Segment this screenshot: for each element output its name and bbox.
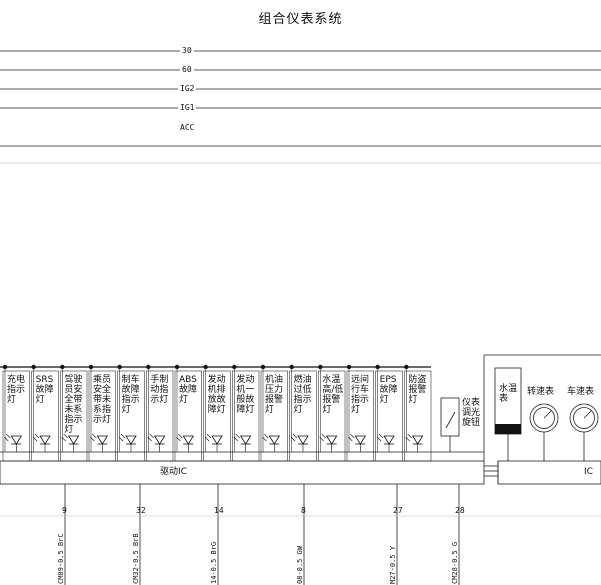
lamp-symbols [4, 433, 424, 452]
wire-code: CM09-0.5 BrC [57, 533, 65, 584]
wire-code: 14-0.5 BrG [210, 541, 218, 584]
led-symbol [67, 435, 80, 445]
wire-code: 08-0.5 GW [296, 546, 304, 584]
dimmer-label: 仪表调光旋钮 [462, 398, 481, 428]
lamp-label: 远间行车指示灯 [351, 375, 370, 415]
power-rails [0, 50, 601, 147]
led-symbol [239, 435, 252, 445]
wire-code: CM28-0.5 G [451, 541, 459, 584]
lamp-label: 发动机排放故障灯 [207, 375, 226, 415]
lamp-label: 燃油过低指示灯 [293, 375, 312, 415]
water-temp-label: 水温表 [499, 384, 518, 404]
lamp-label: 充电指示灯 [7, 375, 26, 405]
driver-ic-box [0, 460, 485, 485]
led-symbol [325, 435, 338, 445]
lamp-label: 乘员安全带未系指示灯 [93, 375, 112, 425]
lamp-label: SRS故障灯 [35, 375, 54, 405]
led-symbol [182, 435, 195, 445]
driver-ic-label: 驱动IC [160, 467, 187, 477]
pin-number: 27 [393, 506, 403, 515]
led-symbol [297, 435, 309, 445]
wiring-diagram [0, 50, 601, 585]
lamp-label: 防盗报警灯 [408, 375, 427, 405]
lamp-label: 机油压力报警灯 [265, 375, 284, 415]
lamp-label: 发动机一般故障灯 [236, 375, 255, 415]
rail-acc-label: ACC [178, 123, 197, 132]
rail-60-label: 60 [180, 65, 194, 74]
pin-number: 8 [301, 506, 306, 515]
lamp-label: ABS故障灯 [179, 375, 198, 405]
led-symbol [10, 435, 23, 445]
pin-number: 14 [214, 506, 224, 515]
lamp-label: 水温高/低报警灯 [322, 375, 344, 415]
dimmer-arrow [445, 411, 456, 429]
dimmer-knob-box [440, 397, 460, 437]
wire-code: CM32-0.5 BrB [132, 533, 140, 584]
pin-number: 9 [62, 506, 67, 515]
tachometer [529, 403, 559, 461]
led-symbol [153, 435, 166, 445]
lamp-label: 驾驶员安全带未系指示灯 [64, 375, 83, 435]
led-symbol [39, 435, 51, 445]
speed-label: 车速表 [567, 387, 595, 397]
lamp-label: 制车故障指示灯 [121, 375, 140, 415]
rail-ig1-label: IG1 [178, 103, 197, 112]
rail-30-label: 30 [180, 46, 194, 55]
pin-number: 32 [136, 506, 146, 515]
ic-label: IC [584, 467, 593, 477]
lamp-label: EPS故障灯 [379, 375, 398, 405]
speedometer [569, 403, 599, 461]
led-symbol [211, 435, 223, 445]
led-symbol [268, 435, 281, 445]
led-symbol [125, 435, 137, 445]
led-symbol [96, 435, 109, 445]
connector-wires [64, 484, 460, 585]
led-symbol [354, 435, 367, 445]
rail-ig2-label: IG2 [178, 84, 197, 93]
pin-number: 28 [455, 506, 465, 515]
wire-code: M27-0.5 Y [389, 546, 397, 584]
led-symbol [411, 435, 424, 445]
water-temp-fill [495, 424, 521, 434]
led-symbol [383, 435, 395, 445]
lamp-label: 手制动指示灯 [150, 375, 169, 405]
tach-label: 转速表 [527, 387, 555, 397]
